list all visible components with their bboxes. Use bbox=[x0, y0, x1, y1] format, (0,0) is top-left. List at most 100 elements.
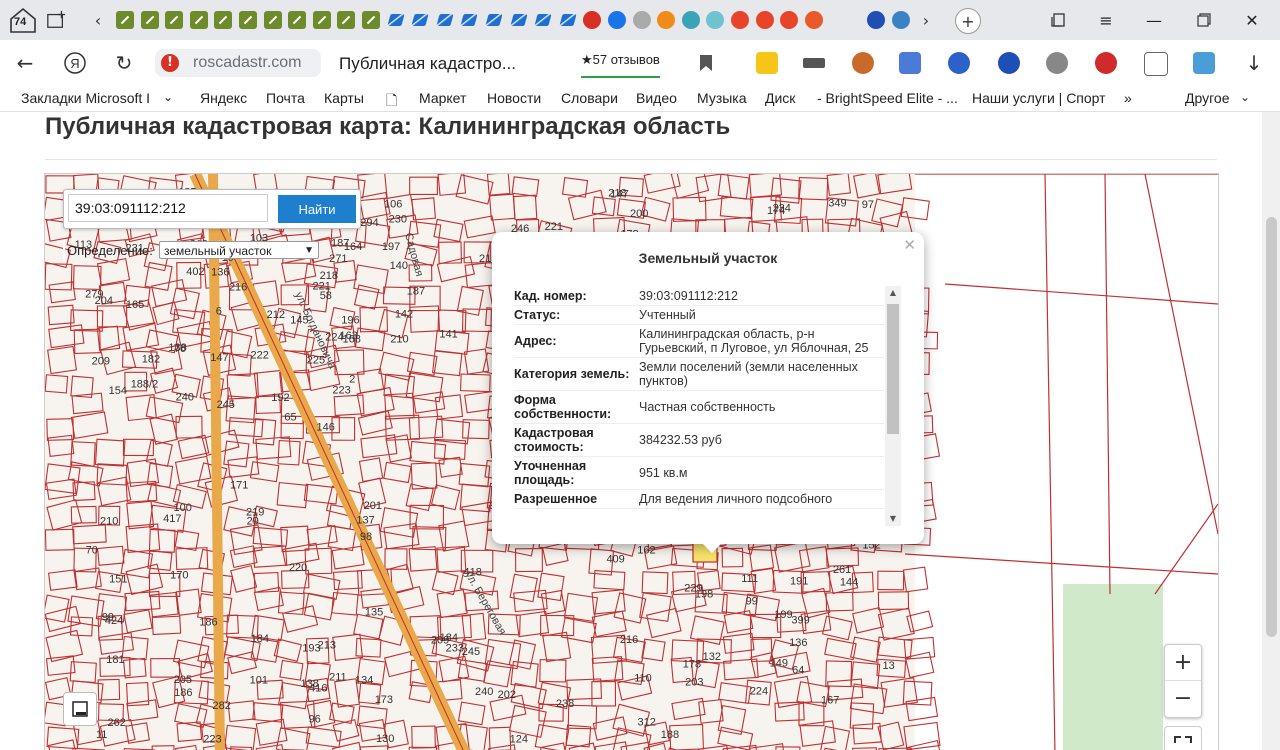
chevron-down-icon[interactable]: ⌄ bbox=[163, 90, 173, 104]
tab-favicon-icon[interactable] bbox=[534, 11, 552, 29]
tab-favicon-icon[interactable] bbox=[608, 11, 626, 29]
parcel-number-label: 70 bbox=[86, 544, 98, 556]
tab-favicon-icon[interactable] bbox=[731, 11, 749, 29]
road bbox=[208, 174, 225, 750]
popup-row-value: Калининградская область, р-н Гурьевский,… bbox=[639, 327, 869, 355]
warning-icon[interactable]: ! bbox=[161, 54, 179, 72]
popup-title: Земельный участок bbox=[638, 250, 778, 266]
bookmark-news[interactable]: Новости bbox=[487, 90, 541, 106]
url-field[interactable]: ! roscadastr.com bbox=[155, 49, 321, 77]
popup-row: Форма собственности: Частная собственност… bbox=[514, 391, 884, 424]
bookmark-mail[interactable]: Почта bbox=[266, 90, 305, 106]
tabs-panel-icon[interactable] bbox=[1046, 8, 1070, 32]
bookmark-disk[interactable]: Диск bbox=[765, 90, 795, 106]
tab-favicon-icon[interactable] bbox=[510, 11, 528, 29]
tab-favicon-icon[interactable] bbox=[312, 11, 331, 29]
parcel-number-label: 98 bbox=[360, 531, 372, 543]
extension-icon[interactable] bbox=[803, 58, 825, 68]
more-bookmarks-icon[interactable]: » bbox=[1124, 90, 1132, 106]
bookmark-other[interactable]: Другое bbox=[1185, 90, 1229, 106]
extension-icon[interactable] bbox=[1193, 52, 1215, 74]
tab-favicon-icon[interactable] bbox=[755, 11, 774, 29]
parcel-number-label: 65 bbox=[284, 412, 296, 424]
tab-favicon-icon[interactable] bbox=[892, 11, 910, 29]
tab-favicon-icon[interactable] bbox=[559, 11, 577, 29]
tab-favicon-icon[interactable] bbox=[681, 11, 700, 29]
new-tab-icon[interactable] bbox=[46, 10, 66, 30]
definition-select-value: земельный участок bbox=[164, 244, 272, 258]
popup-row-value: Для ведения личного подсобного bbox=[639, 492, 833, 506]
tab-favicon-icon[interactable] bbox=[263, 11, 282, 29]
reload-icon[interactable]: ↻ bbox=[111, 50, 137, 76]
tab-favicon-icon[interactable] bbox=[189, 11, 208, 29]
cadastral-map[interactable]: 4761153572124333682402412612621481591751… bbox=[44, 173, 1219, 750]
parcel-number-label: 312 bbox=[638, 716, 656, 728]
bookmark-market[interactable]: Маркет bbox=[419, 90, 466, 106]
cadastral-number-input[interactable] bbox=[68, 194, 268, 222]
bookmark-yandex[interactable]: Яндекс bbox=[200, 90, 247, 106]
tab-favicon-icon[interactable] bbox=[214, 11, 233, 29]
tab-favicon-icon[interactable] bbox=[657, 11, 676, 29]
downloads-icon[interactable]: ↓ bbox=[1241, 50, 1267, 76]
popup-scroll-thumb[interactable] bbox=[887, 304, 899, 434]
definition-select[interactable]: земельный участок ▼ bbox=[159, 241, 319, 259]
tab-favicon-icon[interactable] bbox=[804, 11, 823, 29]
close-window-icon[interactable]: ✕ bbox=[1240, 8, 1264, 32]
extension-icon[interactable] bbox=[852, 52, 874, 74]
minimize-icon[interactable]: — bbox=[1142, 8, 1166, 32]
tab-favicon-icon[interactable] bbox=[485, 11, 503, 29]
bookmark-music[interactable]: Музыка bbox=[697, 90, 747, 106]
zoom-in-button[interactable]: + bbox=[1165, 645, 1201, 681]
page-scroll-thumb[interactable] bbox=[1266, 217, 1277, 637]
tab-favicon-icon[interactable] bbox=[706, 11, 725, 29]
tab-counter-button[interactable]: 74 bbox=[8, 6, 38, 34]
scroll-down-icon[interactable]: ▼ bbox=[885, 514, 901, 523]
tab-favicon-icon[interactable] bbox=[165, 11, 184, 29]
find-button[interactable]: Найти bbox=[278, 195, 356, 223]
adblock-icon[interactable] bbox=[1095, 52, 1117, 74]
bookmark-microsoft[interactable]: Закладки Microsoft I bbox=[21, 90, 150, 106]
bookmark-dictionaries[interactable]: Словари bbox=[561, 90, 618, 106]
zoom-out-button[interactable]: − bbox=[1165, 681, 1201, 716]
bookmark-video[interactable]: Видео bbox=[636, 90, 677, 106]
fullscreen-button[interactable] bbox=[1164, 726, 1202, 750]
tab-favicon-icon[interactable] bbox=[460, 11, 478, 29]
add-tab-icon[interactable]: + bbox=[955, 8, 981, 34]
tab-favicon-icon[interactable] bbox=[583, 11, 602, 29]
tab-favicon-icon[interactable] bbox=[780, 11, 799, 29]
menu-icon[interactable]: ≡ bbox=[1094, 8, 1118, 32]
parcel-number-label: 240 bbox=[176, 392, 194, 404]
tab-favicon-icon[interactable] bbox=[239, 11, 257, 29]
tab-favicon-icon[interactable] bbox=[288, 11, 307, 29]
tab-favicon-icon[interactable] bbox=[337, 11, 356, 29]
tab-favicon-icon[interactable] bbox=[411, 11, 429, 29]
extension-icon[interactable] bbox=[756, 52, 778, 74]
yandex-icon[interactable]: Я bbox=[62, 50, 88, 76]
tab-favicon-icon[interactable] bbox=[362, 11, 380, 29]
tab-favicon-icon[interactable] bbox=[387, 11, 405, 29]
globe-icon[interactable] bbox=[1046, 52, 1068, 74]
popup-scrollbar[interactable]: ▲ ▼ bbox=[885, 286, 901, 526]
bookmark-brightspeed[interactable]: - BrightSpeed Elite - ... bbox=[817, 90, 957, 106]
tab-favicon-icon[interactable] bbox=[116, 11, 134, 29]
scroll-up-icon[interactable]: ▲ bbox=[885, 288, 901, 297]
tab-favicon-icon[interactable] bbox=[867, 11, 885, 29]
restore-icon[interactable] bbox=[1192, 8, 1216, 32]
extension-icon[interactable] bbox=[1144, 52, 1168, 76]
bookmark-icon[interactable] bbox=[693, 50, 719, 76]
tab-favicon-icon[interactable] bbox=[632, 11, 651, 29]
bookmark-services[interactable]: Наши услуги | Спорт bbox=[972, 90, 1110, 106]
scroll-tabs-left-icon[interactable]: ‹ bbox=[88, 10, 108, 30]
chevron-down-icon[interactable]: ⌄ bbox=[1240, 90, 1250, 104]
extension-icon[interactable] bbox=[948, 52, 970, 74]
tab-favicon-icon[interactable] bbox=[436, 11, 454, 29]
page-scrollbar[interactable] bbox=[1262, 112, 1280, 750]
reviews-link[interactable]: ★57 отзывов bbox=[581, 52, 660, 78]
layers-button[interactable] bbox=[63, 692, 97, 726]
scroll-tabs-right-icon[interactable]: › bbox=[916, 10, 936, 30]
tab-favicon-icon[interactable] bbox=[140, 11, 159, 29]
back-icon[interactable]: ← bbox=[12, 50, 38, 76]
bookmark-maps[interactable]: Карты bbox=[324, 90, 364, 106]
globe-icon[interactable] bbox=[998, 52, 1020, 74]
translate-icon[interactable] bbox=[899, 52, 921, 74]
